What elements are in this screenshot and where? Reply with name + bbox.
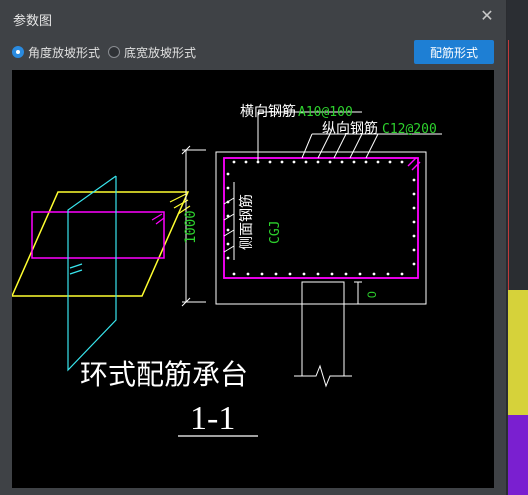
dim-zero-label: 0 [365, 291, 379, 298]
slab-outline [12, 191, 190, 297]
cap-hook [151, 213, 165, 225]
radio-unchecked-icon [108, 46, 121, 58]
rebar-form-button[interactable]: 配筋形式 [414, 40, 494, 64]
longitudinal-value: C12@200 [382, 122, 437, 137]
cut-mark [69, 263, 83, 275]
bg-strip-purple [508, 415, 528, 495]
transverse-label: 横向钢筋 [240, 103, 296, 119]
bg-strip-yellow [508, 290, 528, 415]
title-bar: 参数图 ✕ [0, 0, 506, 36]
cutting-plane [67, 175, 117, 372]
dialog-title: 参数图 [13, 13, 53, 28]
longitudinal-label: 纵向钢筋 [322, 120, 378, 136]
cap-outline [31, 211, 165, 259]
bg-strip [508, 40, 528, 290]
side-rebar-label: 侧面钢筋 [238, 194, 254, 250]
break-line [294, 364, 352, 388]
transverse-value: A10@100 [298, 105, 353, 120]
close-icon[interactable]: ✕ [478, 8, 496, 26]
rebar-dots [226, 160, 416, 276]
column-top [301, 281, 345, 304]
radio-bottom-width-slope[interactable]: 底宽放坡形式 [108, 44, 196, 61]
longitudinal-leaders [301, 133, 379, 159]
radio-checked-icon [12, 46, 24, 58]
drawing-canvas: 横向钢筋 A10@100 纵向钢筋 C12@200 侧面钢筋 CGJ 1000 … [12, 70, 494, 488]
side-rebar-value: CGJ [268, 220, 283, 244]
parameter-dialog: 参数图 ✕ 角度放坡形式 底宽放坡形式 配筋形式 横向钢筋 A10@100 纵向… [0, 0, 507, 495]
section-number: 1-1 [190, 400, 236, 437]
dim-height-label: 1000 [183, 210, 199, 244]
radio-angle-slope-label: 角度放坡形式 [28, 45, 101, 60]
drawing-caption: 环式配筋承台 [80, 359, 249, 390]
radio-angle-slope[interactable]: 角度放坡形式 [12, 44, 100, 61]
radio-bottom-width-slope-label: 底宽放坡形式 [124, 45, 197, 60]
slope-mode-group: 角度放坡形式 底宽放坡形式 [12, 42, 204, 62]
